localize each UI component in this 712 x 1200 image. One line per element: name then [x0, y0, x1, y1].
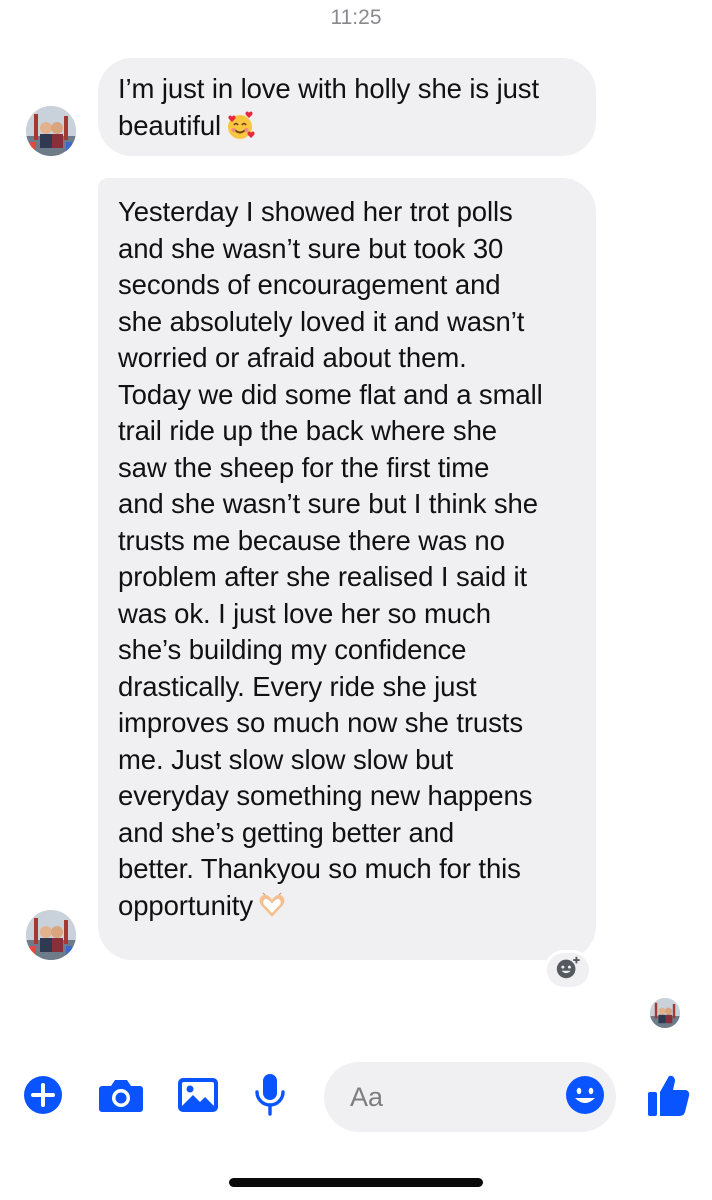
message-text: Yesterday I showed her trot polls and sh… [118, 196, 543, 921]
like-button[interactable] [646, 1075, 692, 1118]
sender-avatar[interactable] [26, 910, 76, 960]
messenger-chat-screen: 11:25 I’m just in love with holly she is… [0, 0, 712, 1200]
thumbs-up-icon [646, 1072, 692, 1123]
message-text: I’m just in love with holly she is just … [118, 73, 539, 141]
sender-avatar[interactable] [26, 106, 76, 156]
home-indicator[interactable] [229, 1178, 483, 1187]
heart-hands-icon [257, 891, 287, 921]
message-composer [0, 1058, 712, 1132]
camera-button[interactable] [98, 1076, 144, 1118]
voice-message-button[interactable] [250, 1073, 290, 1118]
read-receipt-avatar [650, 998, 680, 1028]
more-actions-button[interactable] [22, 1074, 64, 1121]
emoji-button[interactable] [564, 1074, 606, 1121]
message-input-container[interactable] [324, 1062, 616, 1132]
plus-icon [22, 1074, 64, 1121]
image-icon [176, 1074, 220, 1121]
camera-icon [98, 1074, 144, 1121]
microphone-icon [250, 1072, 290, 1123]
add-reaction-icon [554, 954, 582, 987]
smiling-face-with-hearts-icon [225, 111, 255, 141]
add-reaction-button[interactable] [544, 950, 592, 990]
gallery-button[interactable] [176, 1076, 220, 1118]
message-timestamp: 11:25 [330, 6, 382, 29]
message-bubble[interactable]: I’m just in love with holly she is just … [98, 58, 596, 156]
message-input[interactable] [350, 1062, 550, 1132]
message-bubble[interactable]: Yesterday I showed her trot polls and sh… [98, 178, 596, 960]
emoji-icon [564, 1074, 606, 1121]
